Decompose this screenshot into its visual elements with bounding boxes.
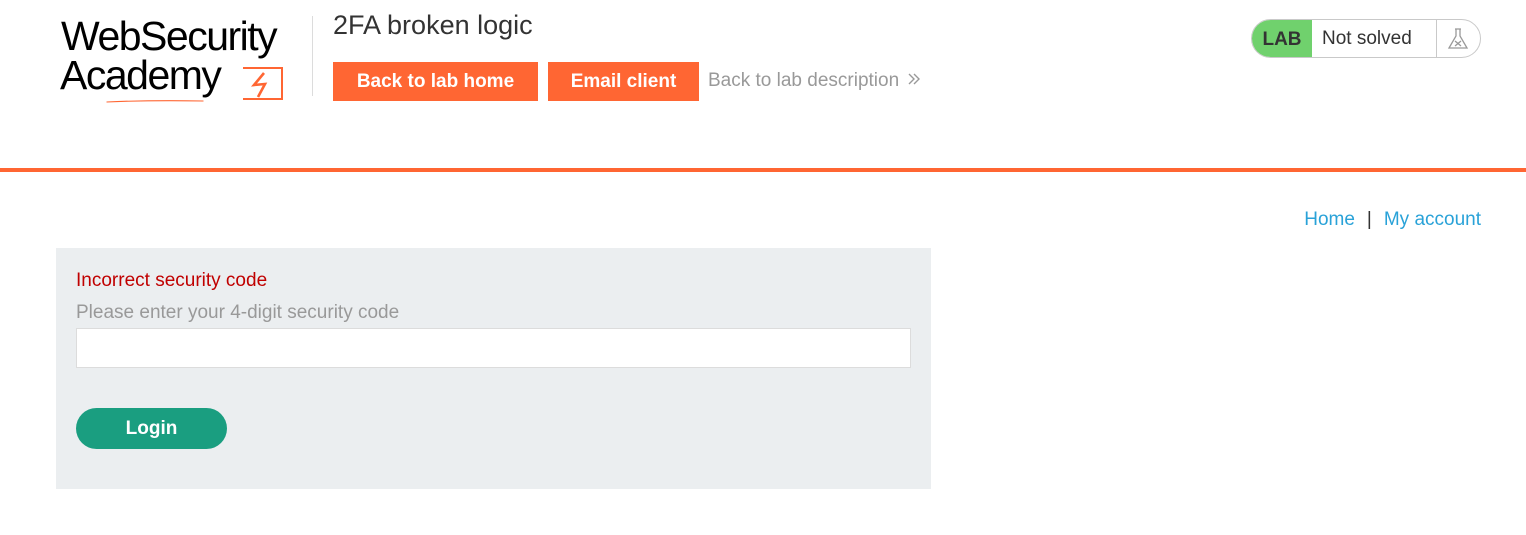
logo-line-1: WebSecurity [61, 13, 278, 59]
email-client-button[interactable]: Email client [548, 62, 699, 101]
login-button[interactable]: Login [76, 408, 227, 449]
security-code-input[interactable] [76, 328, 911, 368]
lab-title: 2FA broken logic [333, 10, 533, 40]
header-divider [312, 16, 313, 96]
header-orange-rule [0, 168, 1526, 172]
security-code-form: Incorrect security code Please enter you… [56, 248, 931, 489]
logo-underline [106, 100, 204, 103]
lab-badge: LAB [1252, 20, 1312, 57]
widget-divider [1436, 20, 1437, 57]
top-nav: Home | My account [1304, 209, 1481, 231]
back-to-lab-description-label: Back to lab description [708, 70, 900, 91]
flask-icon [1447, 28, 1469, 49]
logo-bolt-icon [243, 67, 283, 100]
lab-status-text: Not solved [1322, 28, 1412, 49]
back-to-lab-description-link[interactable]: Back to lab description [708, 70, 921, 92]
nav-separator: | [1366, 209, 1372, 230]
back-to-lab-home-button[interactable]: Back to lab home [333, 62, 538, 101]
web-security-academy-logo[interactable]: WebSecurity Academy [56, 14, 312, 108]
double-chevron-right-icon [908, 73, 921, 85]
lab-status-widget: LAB Not solved [1251, 19, 1481, 58]
nav-home-link[interactable]: Home [1304, 209, 1355, 230]
nav-my-account-link[interactable]: My account [1384, 209, 1481, 230]
header: WebSecurity Academy 2FA broken logic Bac… [0, 0, 1526, 172]
error-message: Incorrect security code [76, 270, 268, 291]
logo-line-2: Academy [60, 52, 222, 98]
security-code-label: Please enter your 4-digit security code [76, 302, 400, 323]
